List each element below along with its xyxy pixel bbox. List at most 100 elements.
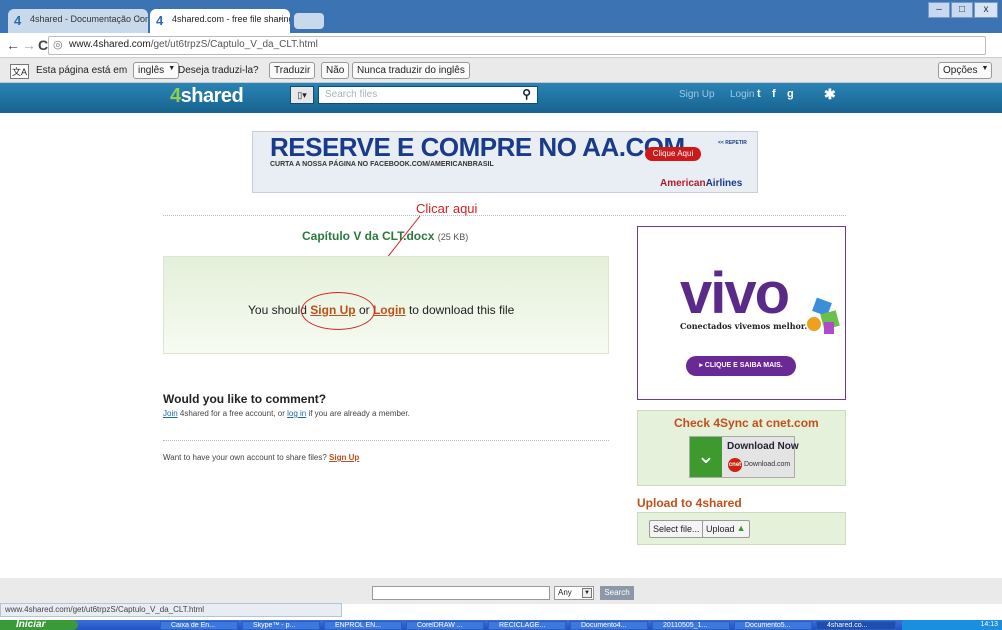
download-now-label: Download Now	[727, 441, 799, 452]
chevron-down-icon: ▼	[168, 65, 176, 72]
translate-prefix: Esta página está em	[36, 65, 128, 76]
login-link[interactable]: Login	[730, 89, 754, 100]
google-icon[interactable]: g	[787, 88, 794, 100]
file-type-dropdown[interactable]: ▯▾	[290, 86, 314, 104]
translate-button[interactable]: Traduzir	[269, 62, 316, 79]
close-icon[interactable]: ×	[137, 14, 142, 24]
chevron-down-icon: ▼	[981, 65, 989, 72]
annotation-circle	[301, 292, 375, 330]
system-tray-clock: 14:13	[902, 620, 1002, 630]
download-arrow-icon: ⌄	[690, 437, 722, 477]
join-link[interactable]: Join	[163, 409, 178, 418]
close-window-button[interactable]: x	[974, 2, 998, 18]
4shared-favicon-icon: 4	[14, 13, 22, 28]
taskbar-item[interactable]: 20110505_1...	[652, 621, 730, 630]
search-icon[interactable]: ⚲	[522, 87, 531, 101]
gear-icon[interactable]: ✱	[824, 86, 836, 103]
file-title: Capítulo V da CLT.docx (25 KB)	[302, 229, 468, 243]
divider	[163, 440, 609, 441]
comment-text-2: if you are already a member.	[306, 409, 410, 418]
banner-repeat[interactable]: << REPETIR	[718, 140, 747, 146]
no-button[interactable]: Não	[321, 62, 350, 79]
minimize-button[interactable]: –	[928, 2, 950, 18]
tab-label: 4shared - Documentação Com	[30, 14, 148, 24]
tab-4shared-documentacao[interactable]: 4 4shared - Documentação Com ×	[8, 9, 148, 33]
logo-text: shared	[180, 85, 244, 107]
language-select[interactable]: inglês ▼	[133, 62, 180, 79]
page-icon: ◎	[53, 39, 63, 51]
upload-arrow-icon: ▲	[736, 523, 746, 533]
upload-heading: Upload to 4shared	[637, 496, 742, 510]
brand-a: American	[660, 178, 706, 189]
vivo-logo: vivo	[680, 261, 790, 326]
translate-icon: 文A	[10, 64, 30, 79]
status-bar: www.4shared.com/get/ut6trpzS/Captulo_V_d…	[0, 603, 342, 617]
banner-headline: RESERVE E COMPRE NO AA.COM	[270, 132, 685, 162]
divider	[163, 215, 846, 216]
own-account-text: Want to have your own account to share f…	[163, 453, 359, 462]
taskbar-item-active[interactable]: 4shared.co...	[816, 621, 896, 630]
signup-link[interactable]: Sign Up	[679, 89, 715, 100]
twitter-icon[interactable]: t	[757, 88, 761, 100]
download-text-post: to download this file	[405, 303, 515, 317]
back-icon[interactable]: ←	[6, 37, 20, 53]
banner-subline: CURTA A NOSSA PÁGINA NO FACEBOOK.COM/AME…	[270, 161, 494, 168]
file-size: (25 KB)	[437, 232, 469, 242]
maximize-button[interactable]: □	[951, 2, 973, 18]
own-account-label: Want to have your own account to share f…	[163, 453, 330, 462]
reload-icon[interactable]: C	[38, 37, 48, 53]
footer-type-select[interactable]: Any ▼	[554, 586, 594, 600]
4shared-logo[interactable]: 4shared	[170, 85, 244, 108]
translate-infobar: 文A Esta página está em inglês ▼ Deseja t…	[0, 58, 1002, 83]
select-file-button[interactable]: Select file...	[649, 520, 704, 538]
download-message: You should Sign Up or Login to download …	[248, 303, 514, 317]
vivo-learn-more-button[interactable]: ▸ CLIQUE E SAIBA MAIS.	[686, 356, 796, 376]
address-bar[interactable]: ◎ www.4shared.com/get/ut6trpzS/Captulo_V…	[48, 36, 986, 55]
forward-icon[interactable]: →	[22, 37, 36, 53]
language-value: inglês	[138, 65, 165, 76]
comment-text: Join 4shared for a free account, or log …	[163, 409, 410, 418]
logo-prefix: 4	[170, 85, 181, 107]
tab-4shared-free-file-sharing[interactable]: 4 4shared.com - free file sharing ×	[150, 9, 290, 33]
upload-label: Upload	[706, 524, 735, 534]
file-name: Capítulo V da CLT.docx	[302, 229, 435, 243]
footer-search-input[interactable]	[372, 586, 550, 600]
brand-b: Airlines	[705, 178, 743, 189]
vivo-tagline: Conectados vivemos melhor.	[680, 321, 808, 331]
vivo-graphic-icon	[807, 297, 840, 334]
url-path: /get/ut6trpzS/Captulo_V_da_CLT.html	[150, 39, 318, 50]
translate-question: Deseja traduzi-la?	[178, 65, 259, 76]
options-button[interactable]: Opções ▼	[938, 62, 993, 79]
login-download-link[interactable]: Login	[373, 303, 406, 317]
taskbar-item[interactable]: CorelDRAW ...	[406, 621, 484, 630]
comment-heading: Would you like to comment?	[163, 392, 327, 406]
taskbar-item[interactable]: Caixa de En...	[160, 621, 238, 630]
facebook-icon[interactable]: f	[772, 88, 776, 100]
taskbar-item[interactable]: Documento4...	[570, 621, 648, 630]
search-input[interactable]: Search files ⚲	[318, 86, 538, 104]
taskbar-item[interactable]: Documento5...	[734, 621, 812, 630]
cnet-sub: cnet Download.com	[728, 458, 790, 472]
document-icon: ▯▾	[297, 90, 307, 100]
taskbar-item[interactable]: ENPROL EN...	[324, 621, 402, 630]
new-tab-button[interactable]	[294, 13, 324, 29]
login-link-inline[interactable]: log in	[287, 409, 306, 418]
upload-button[interactable]: Upload ▲	[702, 520, 750, 538]
cnet-heading[interactable]: Check 4Sync at cnet.com	[674, 416, 819, 430]
banner-click-button[interactable]: Clique Aqui	[645, 147, 701, 161]
taskbar-item[interactable]: RECICLAGE...	[488, 621, 566, 630]
close-icon[interactable]: ×	[279, 14, 284, 24]
4shared-favicon-icon: 4	[156, 13, 164, 28]
footer-search-button[interactable]: Search	[600, 586, 634, 600]
tab-label: 4shared.com - free file sharing	[172, 14, 290, 24]
comment-text-1: 4shared for a free account, or	[177, 409, 288, 418]
chevron-down-icon: ▼	[582, 588, 592, 598]
footer-select-value: Any	[558, 588, 572, 597]
never-translate-button[interactable]: Nunca traduzir do inglês	[352, 62, 470, 79]
url-host: www.4shared.com	[69, 39, 151, 50]
start-button[interactable]: Iniciar	[0, 620, 78, 630]
taskbar-item[interactable]: Skype™ - p...	[242, 621, 320, 630]
signup-link-bottom[interactable]: Sign Up	[329, 453, 359, 462]
cnet-badge-icon: cnet	[728, 458, 742, 472]
options-label: Opções	[943, 65, 978, 76]
